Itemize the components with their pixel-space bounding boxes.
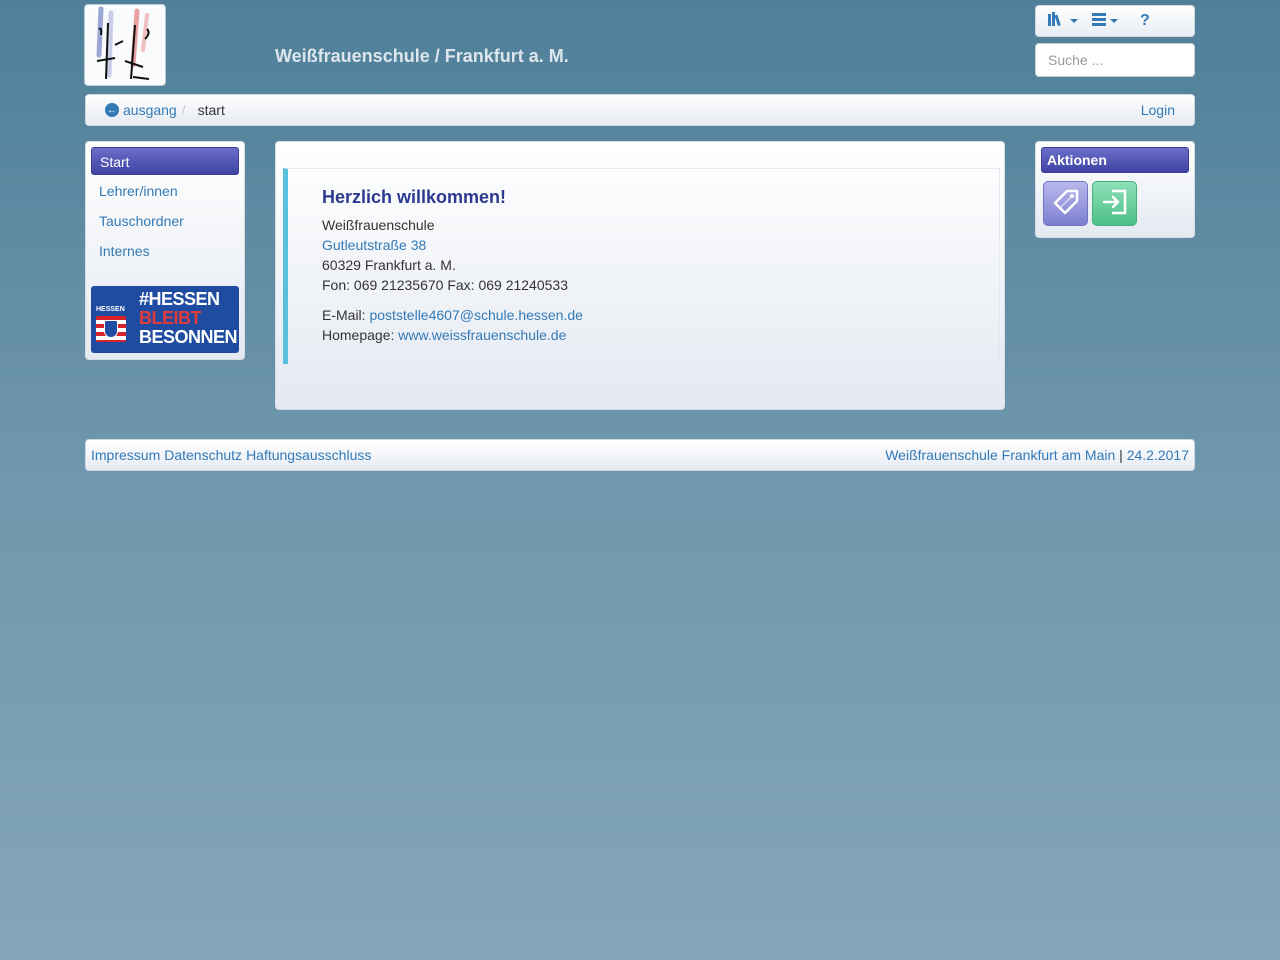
impressum-link[interactable]: Impressum <box>91 447 160 463</box>
school-footer-link[interactable]: Weißfrauenschule Frankfurt am Main <box>885 447 1115 463</box>
welcome-heading: Herzlich willkommen! <box>322 187 507 207</box>
sidebar-item-lehrer[interactable]: Lehrer/innen <box>91 177 239 205</box>
haftungsausschluss-link[interactable]: Haftungsausschluss <box>246 447 371 463</box>
login-link[interactable]: Login <box>1141 102 1175 118</box>
arrow-left-circle-icon: ← <box>105 103 119 117</box>
datenschutz-link[interactable]: Datenschutz <box>164 447 242 463</box>
city-line: 60329 Frankfurt a. M. <box>322 257 456 273</box>
crest-icon <box>104 320 118 338</box>
toolbar: ? <box>1035 5 1195 37</box>
banner-small-text: HESSEN <box>96 306 125 313</box>
main-content: Herzlich willkommen! Weißfrauenschule Gu… <box>275 141 1005 410</box>
footer-separator: | <box>1119 447 1123 463</box>
search-input[interactable] <box>1035 43 1195 77</box>
banner-line-1: #HESSEN <box>139 289 220 309</box>
hessen-banner[interactable]: HESSEN #HESSEN BLEIBT BESONNEN <box>91 286 239 353</box>
help-button[interactable]: ? <box>1128 9 1154 33</box>
help-icon: ? <box>1140 12 1150 29</box>
banner-line-3: BESONNEN <box>139 327 238 347</box>
tag-icon <box>1051 187 1081 220</box>
email-link[interactable]: poststelle4607@schule.hessen.de <box>369 307 582 323</box>
breadcrumb-back-label: ausgang <box>123 102 177 118</box>
breadcrumb-separator: / <box>181 102 186 118</box>
school-name: Weißfrauenschule <box>322 217 435 233</box>
footer-date-link[interactable]: 24.2.2017 <box>1127 447 1189 463</box>
login-action-button[interactable] <box>1092 181 1137 226</box>
email-label: E-Mail: <box>322 307 370 323</box>
list-icon <box>1092 12 1106 31</box>
actions-panel: Aktionen <box>1035 141 1195 238</box>
sidebar: Start Lehrer/innen Tauschordner Internes… <box>85 141 245 360</box>
school-logo[interactable] <box>85 5 165 85</box>
chevron-down-icon <box>1110 19 1118 23</box>
sidebar-item-tauschordner[interactable]: Tauschordner <box>91 207 239 235</box>
library-menu-button[interactable] <box>1044 9 1082 33</box>
sidebar-item-start[interactable]: Start <box>91 147 239 175</box>
homepage-link[interactable]: www.weissfrauenschule.de <box>398 327 566 343</box>
tag-action-button[interactable] <box>1043 181 1088 226</box>
street-link[interactable]: Gutleutstraße 38 <box>322 237 426 253</box>
welcome-box: Herzlich willkommen! Weißfrauenschule Gu… <box>283 168 1000 364</box>
list-menu-button[interactable] <box>1088 9 1122 33</box>
phone-line: Fon: 069 21235670 Fax: 069 21240533 <box>322 277 568 293</box>
breadcrumb-back-link[interactable]: ← ausgang <box>105 102 177 118</box>
sign-in-icon <box>1100 187 1130 220</box>
breadcrumb-current: start <box>197 102 225 118</box>
sidebar-item-internes[interactable]: Internes <box>91 237 239 265</box>
homepage-label: Homepage: <box>322 327 399 343</box>
breadcrumb: ← ausgang / start Login <box>85 94 1195 126</box>
site-title: Weißfrauenschule / Frankfurt a. M. <box>275 46 569 66</box>
banner-line-2: BLEIBT <box>139 308 202 328</box>
chevron-down-icon <box>1070 19 1078 23</box>
footer: Impressum Datenschutz Haftungsausschluss… <box>85 439 1195 471</box>
library-icon <box>1048 11 1066 31</box>
actions-title: Aktionen <box>1041 147 1189 173</box>
